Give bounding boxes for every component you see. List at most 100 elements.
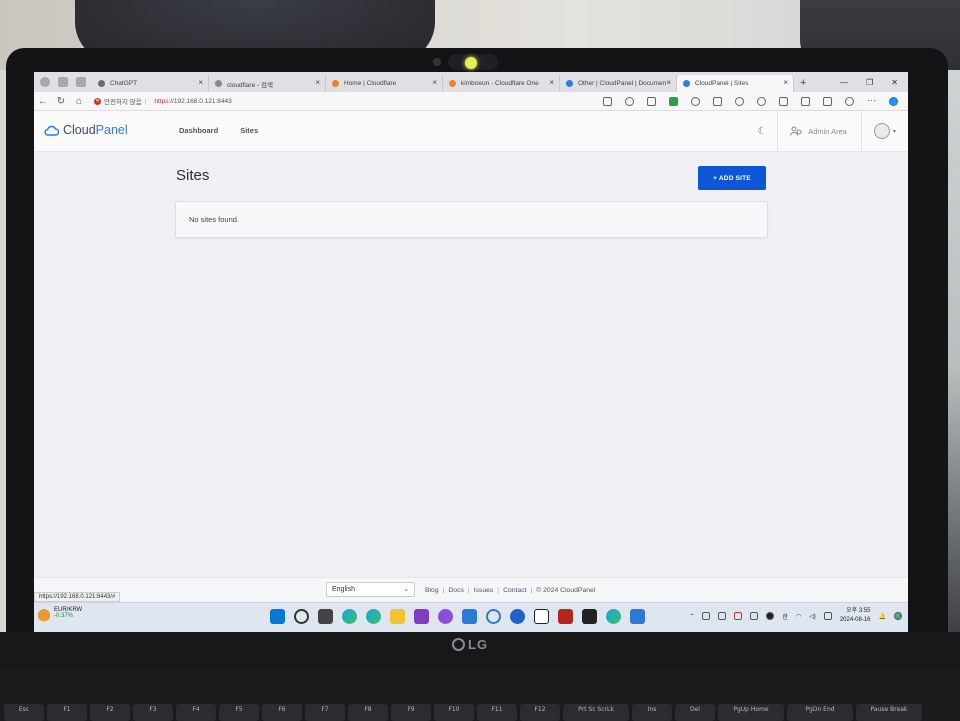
copilot-app-icon[interactable] [438, 609, 453, 624]
task-view-icon[interactable] [318, 609, 333, 624]
close-tab-icon[interactable]: × [549, 78, 554, 87]
add-site-button[interactable]: + ADD SITE [698, 166, 766, 190]
new-tab-button[interactable]: + [794, 74, 812, 92]
pocket-icon[interactable] [735, 96, 744, 106]
edge-beta-icon[interactable] [606, 609, 621, 624]
translate-icon[interactable] [603, 96, 612, 106]
brand-logo[interactable]: CloudPanel [44, 123, 128, 137]
minimize-icon[interactable]: — [840, 78, 848, 87]
restore-icon[interactable]: ❐ [866, 78, 873, 87]
browser-tab[interactable]: Home | Cloudflare × [326, 75, 443, 92]
browser-tab[interactable]: ChatGPT × [92, 75, 209, 92]
vscode-icon[interactable] [462, 609, 477, 624]
tray-app-icon-5[interactable] [766, 612, 775, 620]
security-indicator[interactable]: ✕ 안전하지 않음 | [94, 96, 146, 106]
more-icon[interactable]: ··· [867, 95, 876, 106]
tray-app-icon-4[interactable] [750, 612, 759, 620]
ticker-text: EUR/KRW -0.37% [54, 607, 82, 621]
edge-icon[interactable] [342, 609, 357, 624]
close-tab-icon[interactable]: × [783, 78, 788, 87]
edge-dev-icon[interactable] [366, 609, 381, 624]
dark-mode-icon[interactable]: ☾ [747, 126, 777, 137]
chevron-up-icon[interactable]: ⌃ [689, 613, 694, 620]
back-icon[interactable]: ← [34, 96, 52, 107]
windows-start-icon[interactable] [270, 609, 285, 624]
tray-app-icon[interactable] [702, 612, 711, 620]
footer-link-docs[interactable]: Docs [448, 587, 464, 594]
user-menu[interactable]: ▾ [862, 123, 908, 139]
footer-link-issues[interactable]: Issues [474, 587, 494, 594]
empty-state-message: No sites found. [189, 215, 240, 224]
collections-icon[interactable] [823, 96, 832, 106]
url-scheme: https [154, 97, 169, 105]
footer-link-blog[interactable]: Blog [425, 587, 439, 594]
tray-app-icon-2[interactable] [718, 612, 727, 620]
notification-bell-icon[interactable]: 🔔 [879, 613, 886, 620]
tab-label: CloudPanel | Sites [695, 80, 749, 87]
nav-sites[interactable]: Sites [240, 126, 258, 135]
admin-area-label: Admin Area [808, 126, 847, 136]
function-key-row: Esc F1 F2 F3 F4 F5 F6 F7 F8 F9 F10 F11 F12 Prt Sc Scr… [0, 704, 960, 721]
read-aloud-icon[interactable] [625, 96, 634, 106]
ticker-widget[interactable]: EUR/KRW -0.37% [38, 607, 82, 621]
workspaces-icon[interactable] [58, 77, 68, 87]
close-window-icon[interactable]: ✕ [891, 78, 898, 87]
browser-essentials-icon[interactable] [845, 96, 854, 106]
notepad-icon[interactable] [630, 609, 645, 624]
red-app-icon[interactable] [558, 609, 573, 624]
nav-dashboard[interactable]: Dashboard [179, 126, 218, 135]
tab-favicon-icon [215, 80, 222, 87]
lg-logo: LG [452, 637, 488, 652]
wifi-icon[interactable]: ◠ [796, 613, 801, 620]
profile-icon[interactable] [40, 77, 50, 87]
footer-link-contact[interactable]: Contact [503, 587, 526, 594]
tray-app-icon-3[interactable] [734, 612, 743, 620]
volume-icon[interactable]: ◁) [809, 613, 816, 620]
sync-app-icon[interactable] [486, 609, 501, 624]
onenote-icon[interactable] [414, 609, 429, 624]
footer-separator: | [467, 587, 470, 594]
keyboard-key: F5 [219, 704, 259, 721]
brand-name: CloudPanel [63, 123, 128, 137]
copilot-icon[interactable] [889, 96, 898, 106]
close-tab-icon[interactable]: × [666, 78, 671, 87]
warning-icon: ✕ [94, 97, 101, 105]
cloud-extension-icon[interactable] [713, 96, 722, 106]
terminal-icon[interactable] [582, 609, 597, 624]
chevron-down-icon: ▾ [892, 128, 896, 135]
page-footer: English ⌄ Blog | Docs | Issues | Contact… [34, 577, 908, 601]
tab-favicon-icon [449, 80, 456, 87]
language-select[interactable]: English ⌄ [326, 582, 415, 597]
clock[interactable]: 오후 3:55 2024-08-16 [840, 607, 871, 625]
reload-icon[interactable]: ↻ [52, 96, 70, 107]
ime-icon[interactable]: 한 [782, 612, 788, 621]
keyboard-key: Ins [632, 704, 672, 721]
notion-icon[interactable] [534, 609, 549, 624]
widgets-icon[interactable] [894, 612, 902, 620]
split-screen-icon[interactable] [779, 96, 788, 106]
brand-part2: Panel [95, 123, 128, 137]
shield-extension-icon[interactable] [669, 96, 678, 106]
browser-tab[interactable]: kimboeun - Cloudflare One × [443, 75, 560, 92]
battery-icon[interactable] [823, 612, 832, 620]
keyboard-key: PgUp Home [718, 704, 784, 721]
vpn-app-icon[interactable] [510, 609, 525, 624]
keyboard-key: F6 [262, 704, 302, 721]
browser-tab[interactable]: cloudflare - 검색 × [209, 75, 326, 92]
browser-tab[interactable]: Other | CloudPanel | Documen × [560, 75, 677, 92]
search-icon[interactable] [294, 609, 309, 624]
admin-area-link[interactable]: Admin Area [778, 126, 861, 136]
file-explorer-icon[interactable] [390, 609, 405, 624]
favorites-icon[interactable] [801, 96, 810, 106]
url-field[interactable]: https://192.168.0.121:8443 [154, 98, 231, 105]
tab-actions-icon[interactable] [76, 77, 86, 87]
close-tab-icon[interactable]: × [198, 78, 203, 87]
browser-tab[interactable]: CloudPanel | Sites × [677, 75, 794, 92]
home-icon[interactable]: ⌂ [70, 96, 88, 107]
chevron-down-icon: ⌄ [403, 586, 409, 593]
extension-icon[interactable] [691, 96, 700, 106]
refresh-extension-icon[interactable] [757, 96, 766, 106]
close-tab-icon[interactable]: × [432, 78, 437, 87]
favorite-star-icon[interactable] [647, 96, 656, 106]
close-tab-icon[interactable]: × [315, 78, 320, 87]
